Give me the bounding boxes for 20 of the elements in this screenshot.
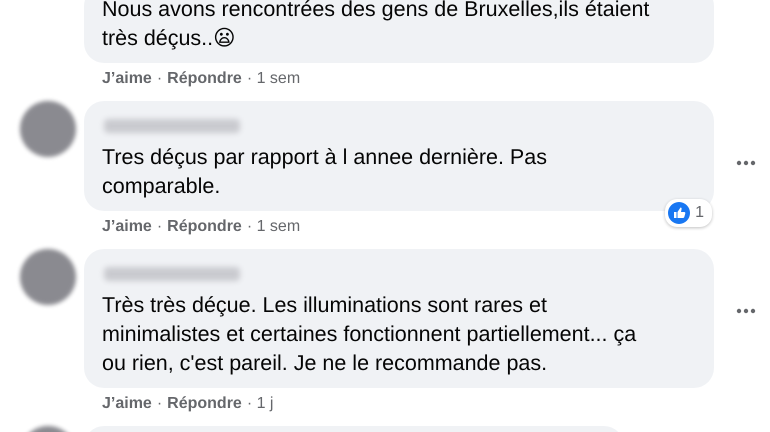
like-icon [668, 202, 690, 224]
comment-time: · 1 sem [246, 69, 300, 89]
reaction-count: 1 [695, 203, 704, 223]
like-link[interactable]: J’aime [102, 68, 152, 90]
separator: · [156, 217, 162, 237]
comment-time: · 1 j [246, 394, 274, 414]
reply-link[interactable]: Répondre [167, 216, 242, 238]
more-options-icon[interactable] [736, 160, 756, 166]
reply-link[interactable]: Répondre [167, 393, 242, 415]
separator: · [156, 394, 162, 414]
more-options-icon[interactable] [736, 308, 756, 314]
reaction-badge[interactable]: 1 [665, 199, 712, 227]
comment-time: · 1 sem [246, 217, 300, 237]
like-link[interactable]: J’aime [102, 216, 152, 238]
comment-text: Tres déçus par rapport à l annee dernière. Pas comparable. [102, 144, 548, 200]
comment-text: Très très déçue. Les illuminations sont rares et minimalistes et certaines fonctionnent partiellement... ça ou rien, c'est pareil. Je ne le recommande pas. [102, 292, 638, 377]
separator: · [156, 69, 162, 89]
comment-text: Nous avons rencontrées des gens de Bruxelles,ils étaient très déçus..😦 [102, 0, 650, 52]
like-link[interactable]: J’aime [102, 393, 152, 415]
reply-link[interactable]: Répondre [167, 68, 242, 90]
